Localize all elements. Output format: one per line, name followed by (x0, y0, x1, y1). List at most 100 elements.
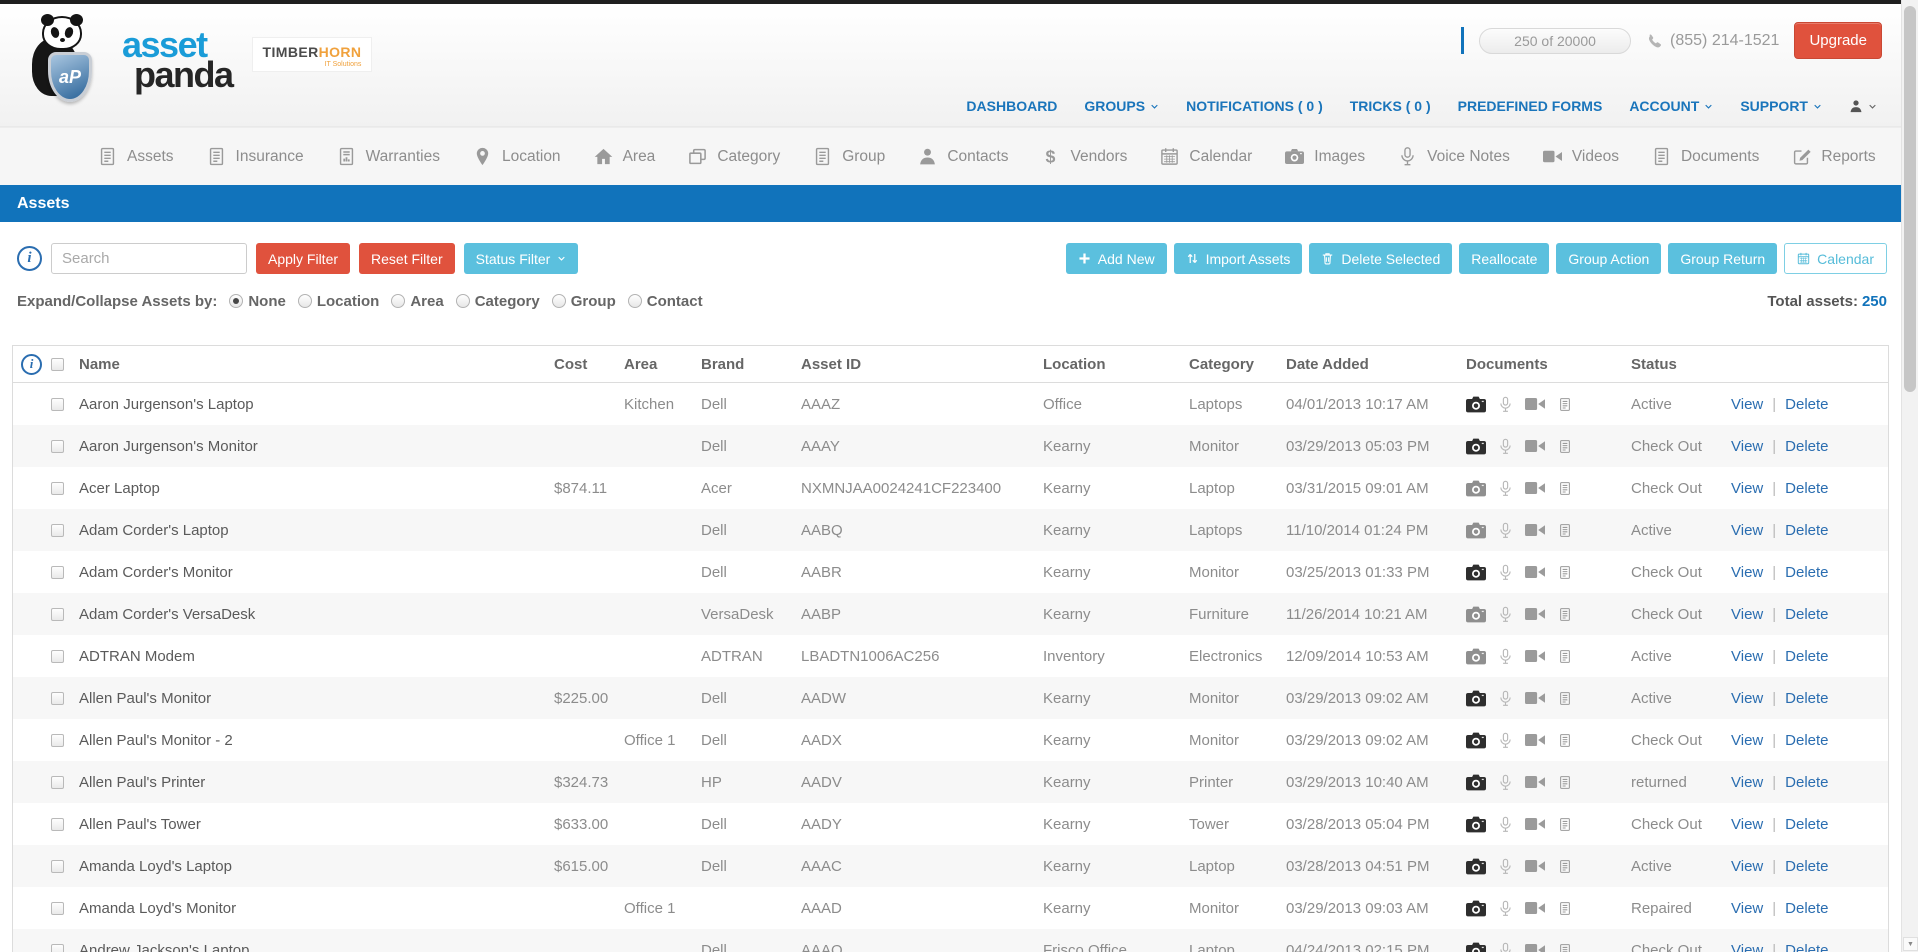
delete-link[interactable]: Delete (1785, 774, 1828, 791)
delete-link[interactable]: Delete (1785, 648, 1828, 665)
expand-option-none[interactable]: None (229, 293, 286, 310)
document-icon[interactable] (1558, 774, 1572, 791)
tab-group[interactable]: Group (813, 147, 885, 166)
apply-filter-button[interactable]: Apply Filter (256, 243, 350, 274)
expand-option-category[interactable]: Category (456, 293, 540, 310)
nav-item-dashboard[interactable]: DASHBOARD (966, 98, 1057, 114)
search-input[interactable] (51, 243, 247, 274)
camera-icon[interactable] (1466, 606, 1486, 623)
delete-selected-button[interactable]: Delete Selected (1309, 243, 1452, 274)
view-link[interactable]: View (1731, 396, 1763, 413)
reset-filter-button[interactable]: Reset Filter (359, 243, 455, 274)
video-icon[interactable] (1525, 565, 1545, 579)
row-checkbox[interactable] (51, 860, 64, 873)
document-icon[interactable] (1558, 438, 1572, 455)
view-link[interactable]: View (1731, 900, 1763, 917)
camera-icon[interactable] (1466, 648, 1486, 665)
delete-link[interactable]: Delete (1785, 690, 1828, 707)
nav-item-support[interactable]: SUPPORT (1740, 98, 1822, 114)
row-checkbox[interactable] (51, 692, 64, 705)
scrollbar-thumb[interactable] (1904, 6, 1916, 392)
document-icon[interactable] (1558, 942, 1572, 952)
camera-icon[interactable] (1466, 858, 1486, 875)
delete-link[interactable]: Delete (1785, 438, 1828, 455)
nav-item-groups[interactable]: GROUPS (1084, 98, 1159, 114)
status-filter-button[interactable]: Status Filter (464, 243, 579, 274)
document-icon[interactable] (1558, 396, 1572, 413)
add-new-button[interactable]: Add New (1066, 243, 1167, 274)
video-icon[interactable] (1525, 733, 1545, 747)
video-icon[interactable] (1525, 901, 1545, 915)
delete-link[interactable]: Delete (1785, 522, 1828, 539)
video-icon[interactable] (1525, 943, 1545, 952)
delete-link[interactable]: Delete (1785, 900, 1828, 917)
expand-option-group[interactable]: Group (552, 293, 616, 310)
microphone-icon[interactable] (1499, 942, 1512, 952)
reallocate-button[interactable]: Reallocate (1459, 243, 1549, 274)
delete-link[interactable]: Delete (1785, 564, 1828, 581)
view-link[interactable]: View (1731, 942, 1763, 952)
document-icon[interactable] (1558, 732, 1572, 749)
camera-icon[interactable] (1466, 942, 1486, 952)
view-link[interactable]: View (1731, 648, 1763, 665)
info-icon[interactable]: i (17, 246, 42, 271)
delete-link[interactable]: Delete (1785, 480, 1828, 497)
delete-link[interactable]: Delete (1785, 858, 1828, 875)
group-return-button[interactable]: Group Return (1668, 243, 1777, 274)
delete-link[interactable]: Delete (1785, 816, 1828, 833)
view-link[interactable]: View (1731, 438, 1763, 455)
microphone-icon[interactable] (1499, 900, 1512, 917)
view-link[interactable]: View (1731, 690, 1763, 707)
document-icon[interactable] (1558, 690, 1572, 707)
microphone-icon[interactable] (1499, 564, 1512, 581)
microphone-icon[interactable] (1499, 606, 1512, 623)
view-link[interactable]: View (1731, 816, 1763, 833)
camera-icon[interactable] (1466, 396, 1486, 413)
video-icon[interactable] (1525, 817, 1545, 831)
tab-assets[interactable]: Assets (98, 147, 174, 166)
document-icon[interactable] (1558, 858, 1572, 875)
nav-item-notifications-0[interactable]: NOTIFICATIONS ( 0 ) (1186, 98, 1323, 114)
view-link[interactable]: View (1731, 858, 1763, 875)
video-icon[interactable] (1525, 397, 1545, 411)
calendar-button[interactable]: Calendar (1784, 243, 1887, 274)
row-checkbox[interactable] (51, 524, 64, 537)
tab-contacts[interactable]: Contacts (918, 147, 1008, 166)
nav-user-menu[interactable] (1849, 99, 1877, 113)
row-checkbox[interactable] (51, 650, 64, 663)
microphone-icon[interactable] (1499, 774, 1512, 791)
group-action-button[interactable]: Group Action (1556, 243, 1661, 274)
document-icon[interactable] (1558, 900, 1572, 917)
tab-reports[interactable]: Reports (1792, 147, 1875, 166)
camera-icon[interactable] (1466, 690, 1486, 707)
expand-option-contact[interactable]: Contact (628, 293, 703, 310)
video-icon[interactable] (1525, 859, 1545, 873)
video-icon[interactable] (1525, 439, 1545, 453)
microphone-icon[interactable] (1499, 396, 1512, 413)
delete-link[interactable]: Delete (1785, 732, 1828, 749)
video-icon[interactable] (1525, 649, 1545, 663)
document-icon[interactable] (1558, 606, 1572, 623)
view-link[interactable]: View (1731, 522, 1763, 539)
nav-item-account[interactable]: ACCOUNT (1629, 98, 1713, 114)
video-icon[interactable] (1525, 607, 1545, 621)
row-checkbox[interactable] (51, 608, 64, 621)
row-checkbox[interactable] (51, 566, 64, 579)
view-link[interactable]: View (1731, 774, 1763, 791)
delete-link[interactable]: Delete (1785, 396, 1828, 413)
camera-icon[interactable] (1466, 522, 1486, 539)
row-checkbox[interactable] (51, 776, 64, 789)
scrollbar-down-arrow[interactable]: ▼ (1903, 937, 1918, 951)
upgrade-button[interactable]: Upgrade (1794, 22, 1882, 59)
view-link[interactable]: View (1731, 732, 1763, 749)
tab-videos[interactable]: Videos (1543, 147, 1619, 166)
document-icon[interactable] (1558, 648, 1572, 665)
tab-category[interactable]: Category (688, 147, 780, 166)
camera-icon[interactable] (1466, 480, 1486, 497)
camera-icon[interactable] (1466, 816, 1486, 833)
delete-link[interactable]: Delete (1785, 942, 1828, 952)
tab-vendors[interactable]: $ Vendors (1041, 147, 1127, 166)
microphone-icon[interactable] (1499, 732, 1512, 749)
import-assets-button[interactable]: Import Assets (1174, 243, 1303, 274)
video-icon[interactable] (1525, 691, 1545, 705)
